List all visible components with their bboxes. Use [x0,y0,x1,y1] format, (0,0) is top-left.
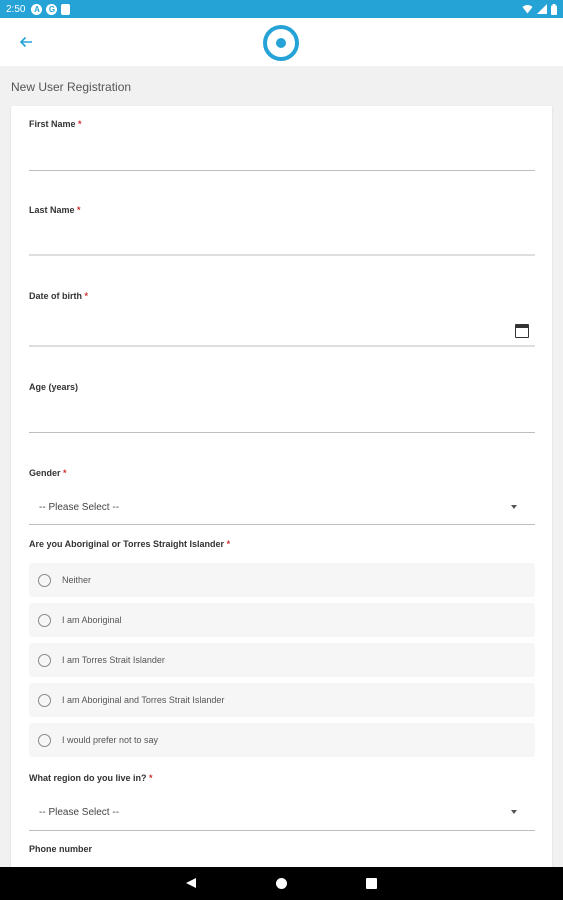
indigenous-label: Are you Aboriginal or Torres Straight Is… [29,539,230,549]
gender-selected-value: -- Please Select -- [39,501,120,513]
required-marker: * [84,291,89,301]
signal-icon [537,4,547,14]
system-nav-bar [0,867,563,900]
required-marker: * [78,119,82,129]
radio-option-label: I am Torres Strait Islander [62,655,165,665]
age-label: Age (years) [29,382,78,392]
age-underline [29,432,535,433]
gender-underline [29,524,535,525]
required-marker: * [149,773,153,783]
indigenous-label-text: Are you Aboriginal or Torres Straight Is… [29,539,225,549]
gender-select[interactable]: -- Please Select -- [29,494,535,520]
app-bar [0,18,563,66]
radio-option-label: Neither [62,575,92,585]
back-button[interactable] [12,30,40,54]
status-right-icons [522,3,557,15]
radio-option-both[interactable]: I am Aboriginal and Torres Strait Island… [29,683,535,717]
last-name-input[interactable] [29,224,535,254]
phone-label-text: Phone number [29,844,93,854]
radio-option-aboriginal[interactable]: I am Aboriginal [29,603,535,637]
first-name-underline [29,170,535,171]
calendar-icon[interactable] [515,324,529,338]
home-icon[interactable] [276,878,287,889]
gender-label: Gender * [29,468,67,478]
radio-option-label: I am Aboriginal [62,615,122,625]
region-selected-value: -- Please Select -- [39,806,120,818]
registration-form-card: First Name * Last Name * Date of birth *… [11,106,552,867]
required-marker: * [226,539,231,549]
first-name-input[interactable] [29,140,535,170]
logo-dot [276,38,286,48]
age-label-text: Age (years) [29,382,79,392]
region-label: What region do you live in? * [29,773,153,783]
notification-a-icon: A [31,3,43,15]
radio-option-prefer-not[interactable]: I would prefer not to say [29,723,535,757]
required-marker: * [77,205,81,215]
status-notification-icons: A G [31,3,71,15]
chevron-down-icon [511,505,517,509]
radio-option-torres-strait[interactable]: I am Torres Strait Islander [29,643,535,677]
radio-button-icon [38,653,51,667]
sim-icon [61,3,71,15]
back-icon[interactable] [186,878,196,888]
wifi-icon [522,5,533,14]
chevron-down-icon [511,810,517,814]
app-logo [263,25,299,61]
battery-icon [551,3,557,15]
dob-label-text: Date of birth [29,291,82,301]
region-underline [29,830,535,831]
radio-button-icon [38,613,51,627]
first-name-label: First Name * [29,119,82,129]
recents-icon[interactable] [366,878,377,889]
dob-input[interactable] [29,314,535,344]
last-name-label: Last Name * [29,205,81,215]
radio-option-label: I am Aboriginal and Torres Strait Island… [62,695,225,705]
phone-label: Phone number [29,844,92,854]
status-time: 2:50 [6,3,26,15]
last-name-underline [29,254,535,256]
status-bar: 2:50 A G [0,0,563,18]
radio-button-icon [38,573,51,587]
last-name-label-text: Last Name [29,205,75,215]
dob-underline [29,345,535,347]
gender-label-text: Gender [29,468,61,478]
radio-button-icon [38,693,51,707]
radio-option-label: I would prefer not to say [62,735,159,745]
first-name-label-text: First Name [29,119,76,129]
dob-label: Date of birth * [29,291,88,301]
page-title: New User Registration [11,80,132,94]
radio-button-icon [38,733,51,747]
arrow-left-icon [19,36,32,48]
radio-option-neither[interactable]: Neither [29,563,535,597]
region-label-text: What region do you live in? [29,773,147,783]
region-select[interactable]: -- Please Select -- [29,799,535,825]
notification-g-icon: G [46,3,58,15]
age-input[interactable] [29,402,535,432]
required-marker: * [63,468,67,478]
